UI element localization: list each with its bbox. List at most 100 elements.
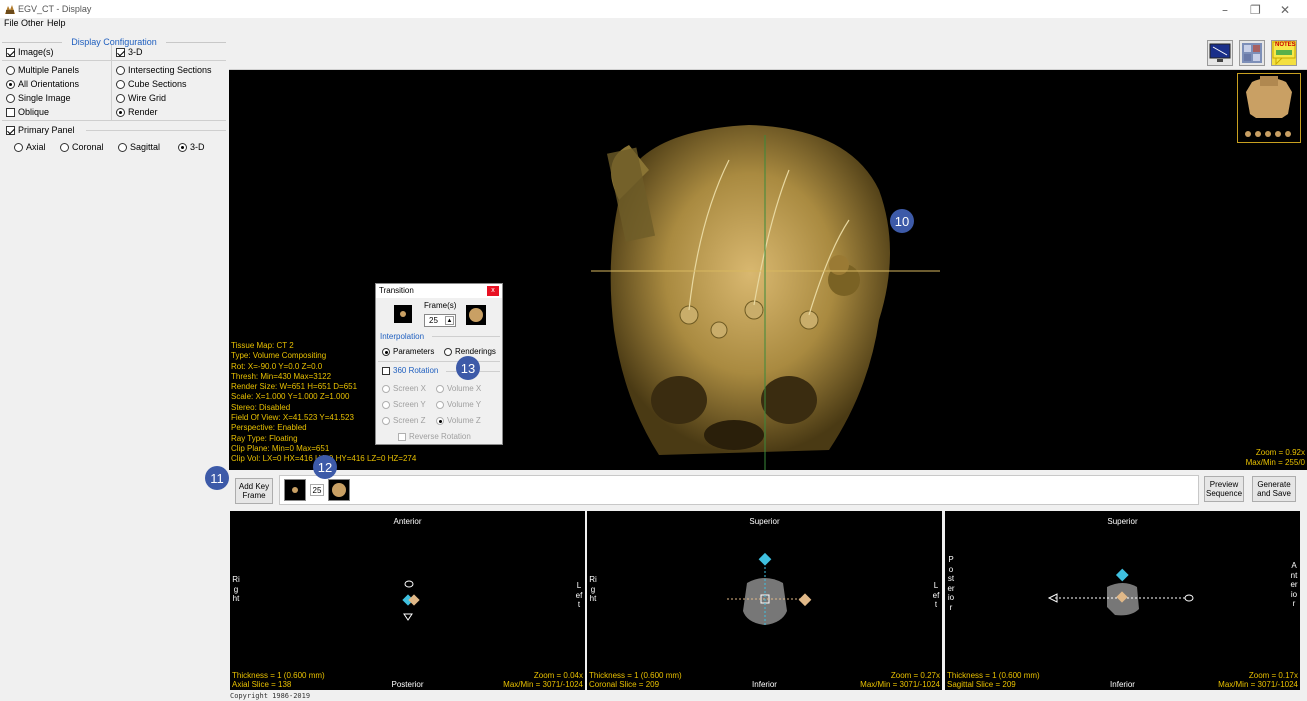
- menu-help[interactable]: Help: [47, 18, 66, 28]
- cube-sections-radio[interactable]: Cube Sections: [116, 79, 187, 89]
- minimize-button[interactable]: –: [1222, 3, 1228, 17]
- images-label: Image(s): [18, 47, 54, 57]
- sagittal-slice-view: [1047, 568, 1194, 616]
- screen-z-radio[interactable]: Screen Z: [382, 416, 425, 425]
- volume-x-label: Volume X: [447, 384, 482, 393]
- callout-badge-10: 10: [890, 209, 914, 233]
- panel-zoom-info: Zoom = 0.27x Max/Min = 3071/-1024: [860, 671, 940, 689]
- maxmin-text: Max/Min = 3071/-1024: [1218, 680, 1298, 689]
- spinner-arrows-icon[interactable]: ▲: [445, 316, 454, 325]
- maxmin-value: Max/Min = 255/0: [1245, 458, 1305, 467]
- menu-other[interactable]: Other: [21, 18, 44, 28]
- preview-sequence-button[interactable]: Preview Sequence: [1204, 476, 1244, 502]
- interpolation-label: Interpolation: [380, 332, 425, 341]
- rotation-checkbox[interactable]: 360 Rotation: [382, 366, 438, 375]
- intersecting-sections-label: Intersecting Sections: [128, 65, 212, 75]
- divider: [2, 42, 62, 43]
- divider: [2, 120, 226, 121]
- monitor-button[interactable]: [1207, 40, 1233, 66]
- reverse-rotation-checkbox[interactable]: Reverse Rotation: [398, 432, 471, 441]
- divider: [378, 361, 500, 362]
- toolbar: NOTES: [229, 36, 1307, 70]
- close-button[interactable]: ✕: [1280, 3, 1290, 17]
- volume-z-radio[interactable]: Volume Z: [436, 416, 481, 425]
- zoom-value: Zoom = 0.92x: [1255, 448, 1305, 457]
- parameters-radio[interactable]: Parameters: [382, 347, 434, 356]
- title-bar: EGV_CT - Display – ❐ ✕: [0, 0, 1307, 18]
- wire-grid-radio[interactable]: Wire Grid: [116, 93, 166, 103]
- axial-slice-markers: [402, 580, 420, 621]
- coronal-radio[interactable]: Coronal: [60, 142, 104, 152]
- sagittal-radio[interactable]: Sagittal: [118, 142, 160, 152]
- sagittal-panel[interactable]: Superior Posterior Anterior Inferior Thi…: [945, 511, 1300, 690]
- single-image-radio[interactable]: Single Image: [6, 93, 71, 103]
- wire-grid-label: Wire Grid: [128, 93, 166, 103]
- panel-info: Thickness = 1 (0.600 mm) Axial Slice = 1…: [232, 671, 325, 689]
- screen-x-radio[interactable]: Screen X: [382, 384, 426, 393]
- skull-large-icon: [469, 308, 483, 322]
- keyframe-2[interactable]: [328, 479, 350, 501]
- threed-label: 3-D: [128, 47, 143, 57]
- slice-text: Coronal Slice = 209: [589, 680, 660, 689]
- slice-text: Axial Slice = 138: [232, 680, 292, 689]
- sagittal-label: Sagittal: [130, 142, 161, 152]
- axial-label: Axial: [26, 142, 46, 152]
- axial-panel[interactable]: Anterior Right Left Posterior Thickness …: [230, 511, 585, 690]
- thickness-text: Thickness = 1 (0.600 mm): [232, 671, 325, 680]
- multiple-panels-label: Multiple Panels: [18, 65, 80, 75]
- rotation-label: 360 Rotation: [393, 366, 439, 375]
- restore-button[interactable]: ❐: [1250, 3, 1261, 17]
- start-frame-thumbnail: [394, 305, 412, 323]
- divider: [86, 130, 226, 131]
- divider: [111, 45, 112, 120]
- volume-y-radio[interactable]: Volume Y: [436, 400, 481, 409]
- intersecting-sections-radio[interactable]: Intersecting Sections: [116, 65, 212, 75]
- volume-x-radio[interactable]: Volume X: [436, 384, 481, 393]
- screen-y-radio[interactable]: Screen Y: [382, 400, 426, 409]
- panel-zoom-info: Zoom = 0.04x Max/Min = 3071/-1024: [503, 671, 583, 689]
- frames-spinner[interactable]: 25 ▲: [424, 314, 456, 327]
- render-label: Render: [128, 107, 158, 117]
- render-radio[interactable]: Render: [116, 107, 158, 117]
- callout-badge-13: 13: [456, 356, 480, 380]
- screen-z-label: Screen Z: [393, 416, 426, 425]
- skull-small-icon: [400, 311, 406, 317]
- dialog-close-button[interactable]: x: [487, 286, 499, 296]
- threed-checkbox[interactable]: 3-D: [116, 47, 143, 57]
- zoom-text: Zoom = 0.17x: [1248, 671, 1298, 680]
- multiple-panels-radio[interactable]: Multiple Panels: [6, 65, 79, 75]
- slice-text: Sagittal Slice = 209: [947, 680, 1016, 689]
- threed-radio-label: 3-D: [190, 142, 205, 152]
- axial-radio[interactable]: Axial: [14, 142, 46, 152]
- primary-panel-checkbox[interactable]: Primary Panel: [6, 125, 75, 135]
- renderings-radio[interactable]: Renderings: [444, 347, 496, 356]
- oblique-checkbox[interactable]: Oblique: [6, 107, 49, 117]
- screen-y-label: Screen Y: [393, 400, 426, 409]
- keyframe-strip[interactable]: 25: [279, 475, 1199, 505]
- images-checkbox[interactable]: Image(s): [6, 47, 54, 57]
- grid-button[interactable]: [1239, 40, 1265, 66]
- skull-large-icon: [332, 483, 346, 497]
- info-line: Clip Plane: Min=0 Max=651: [231, 443, 330, 453]
- body-icon: [1245, 76, 1292, 137]
- keyframe-bar: Add Key Frame 25 Preview Sequence Genera…: [229, 473, 1307, 509]
- reverse-rotation-label: Reverse Rotation: [409, 432, 471, 441]
- parameters-label: Parameters: [393, 347, 435, 356]
- keyframe-1[interactable]: [284, 479, 306, 501]
- grid-icon: [1242, 43, 1262, 63]
- maxmin-text: Max/Min = 3071/-1024: [503, 680, 583, 689]
- orientation-thumbnail[interactable]: [1237, 73, 1301, 143]
- volume-z-label: Volume Z: [447, 416, 481, 425]
- divider: [166, 42, 226, 43]
- coronal-panel[interactable]: Superior Right Left Inferior Thickness =…: [587, 511, 942, 690]
- notes-button[interactable]: NOTES: [1271, 40, 1297, 66]
- all-orientations-radio[interactable]: All Orientations: [6, 79, 79, 89]
- add-key-frame-button[interactable]: Add Key Frame: [235, 478, 273, 504]
- generate-and-save-button[interactable]: Generate and Save: [1252, 476, 1296, 502]
- zoom-text: Zoom = 0.27x: [890, 671, 940, 680]
- skull-small-icon: [292, 487, 298, 493]
- threed-radio[interactable]: 3-D: [178, 142, 205, 152]
- keyframe-frame-count[interactable]: 25: [310, 484, 324, 496]
- menu-file[interactable]: File: [4, 18, 19, 28]
- divider: [432, 336, 500, 337]
